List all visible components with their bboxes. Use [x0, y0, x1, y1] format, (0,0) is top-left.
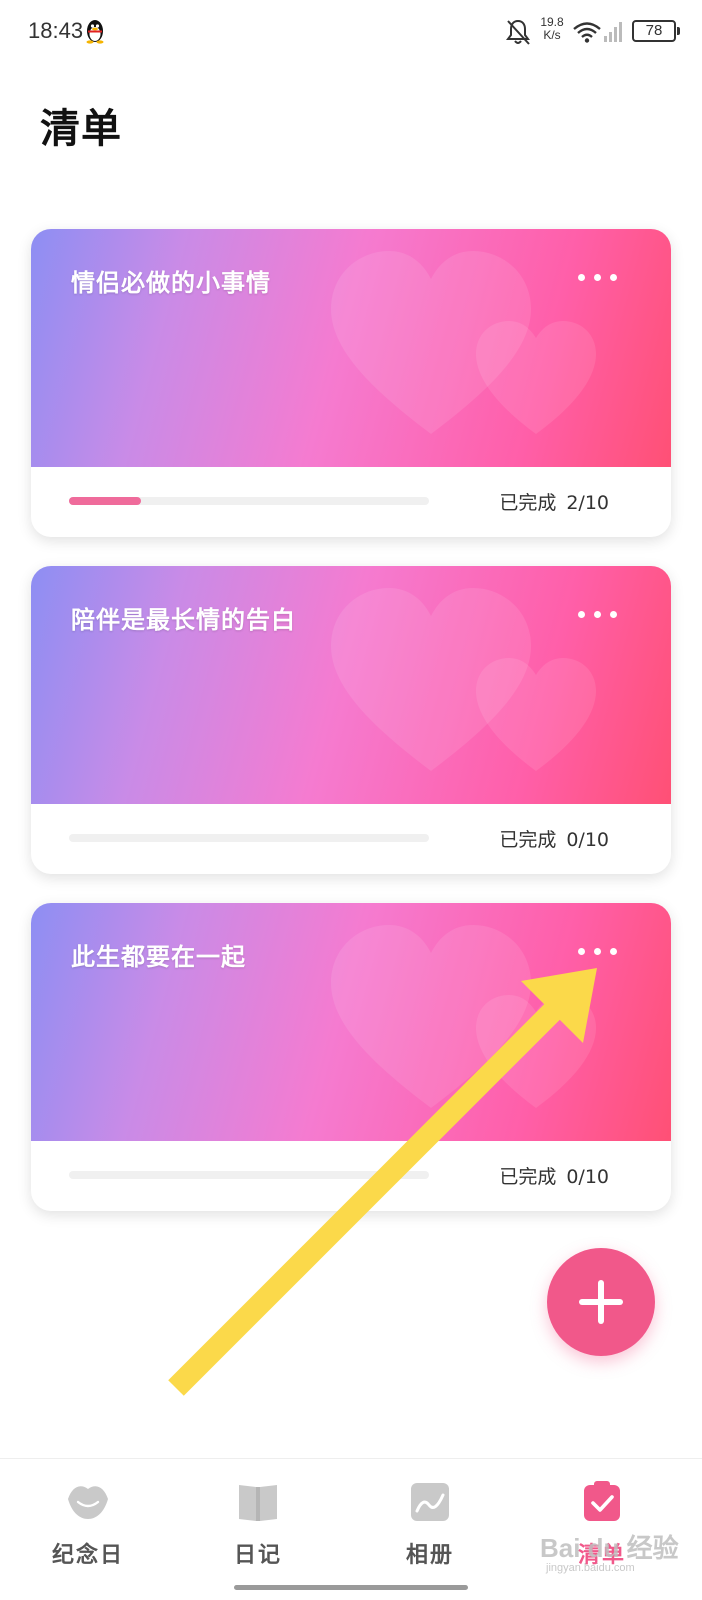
dot-icon	[577, 273, 585, 281]
qq-penguin-icon	[86, 20, 104, 44]
nav-label: 纪念日	[51, 1543, 124, 1568]
status-bar: 18:43 19.8 K/s 78	[0, 0, 702, 64]
list-card[interactable]: 此生都要在一起 已完成 0/10	[31, 903, 671, 1211]
dot-icon	[609, 610, 617, 618]
progress-text: 已完成 0/10	[499, 1162, 609, 1189]
dot-icon	[593, 947, 601, 955]
card-title: 此生都要在一起	[71, 943, 246, 971]
progress-text: 已完成 2/10	[499, 488, 609, 515]
card-footer: 已完成 0/10	[31, 804, 671, 874]
watermark-sub: jingyan.baidu.com	[546, 1562, 635, 1574]
dot-icon	[609, 947, 617, 955]
more-options-button[interactable]	[567, 596, 627, 632]
card-banner: 此生都要在一起	[31, 903, 671, 1141]
progress-bar	[69, 834, 429, 842]
progress-label: 已完成	[499, 829, 557, 851]
progress-count: 0/10	[566, 1166, 609, 1188]
lips-icon	[68, 1486, 108, 1519]
progress-label: 已完成	[499, 1166, 557, 1188]
dot-icon	[593, 273, 601, 281]
list-card[interactable]: 情侣必做的小事情 已完成 2/10	[31, 229, 671, 537]
progress-bar	[69, 1171, 429, 1179]
book-icon	[239, 1485, 277, 1521]
watermark: Bai du 经验 jingyan.baidu.com	[540, 1528, 690, 1588]
progress-bar	[69, 497, 429, 505]
nav-item-album[interactable]: 相册	[360, 1479, 500, 1579]
dot-icon	[609, 273, 617, 281]
list-card[interactable]: 陪伴是最长情的告白 已完成 0/10	[31, 566, 671, 874]
more-options-button[interactable]	[567, 933, 627, 969]
dot-icon	[577, 610, 585, 618]
nav-label: 日记	[233, 1543, 282, 1568]
checklist-icon	[584, 1481, 620, 1521]
photo-icon	[411, 1483, 449, 1521]
card-title: 情侣必做的小事情	[71, 269, 271, 297]
progress-text: 已完成 0/10	[499, 825, 609, 852]
card-footer: 已完成 2/10	[31, 467, 671, 537]
more-options-button[interactable]	[567, 259, 627, 295]
watermark-main: Bai du 经验	[540, 1533, 679, 1563]
progress-count: 2/10	[566, 492, 609, 514]
nav-label: 相册	[405, 1543, 454, 1568]
progress-count: 0/10	[566, 829, 609, 851]
bell-muted-icon	[506, 19, 530, 45]
card-banner: 情侣必做的小事情	[31, 229, 671, 467]
net-speed: 19.8 K/s	[537, 16, 567, 42]
home-indicator[interactable]	[234, 1585, 468, 1590]
card-title: 陪伴是最长情的告白	[71, 606, 296, 634]
progress-fill	[69, 497, 141, 505]
net-speed-unit: K/s	[543, 28, 561, 42]
nav-item-diary[interactable]: 日记	[188, 1479, 328, 1579]
dot-icon	[577, 947, 585, 955]
progress-label: 已完成	[499, 492, 557, 514]
card-footer: 已完成 0/10	[31, 1141, 671, 1211]
plus-icon	[579, 1280, 623, 1324]
add-list-button[interactable]	[547, 1248, 655, 1356]
signal-icon	[604, 22, 622, 42]
battery-icon: 78	[632, 20, 680, 42]
status-time: 18:43	[28, 18, 84, 43]
wifi-icon	[573, 22, 601, 43]
card-banner: 陪伴是最长情的告白	[31, 566, 671, 804]
nav-item-anniversary[interactable]: 纪念日	[18, 1479, 158, 1579]
dot-icon	[593, 610, 601, 618]
battery-level: 78	[645, 22, 663, 39]
page-title: 清单	[40, 106, 122, 152]
